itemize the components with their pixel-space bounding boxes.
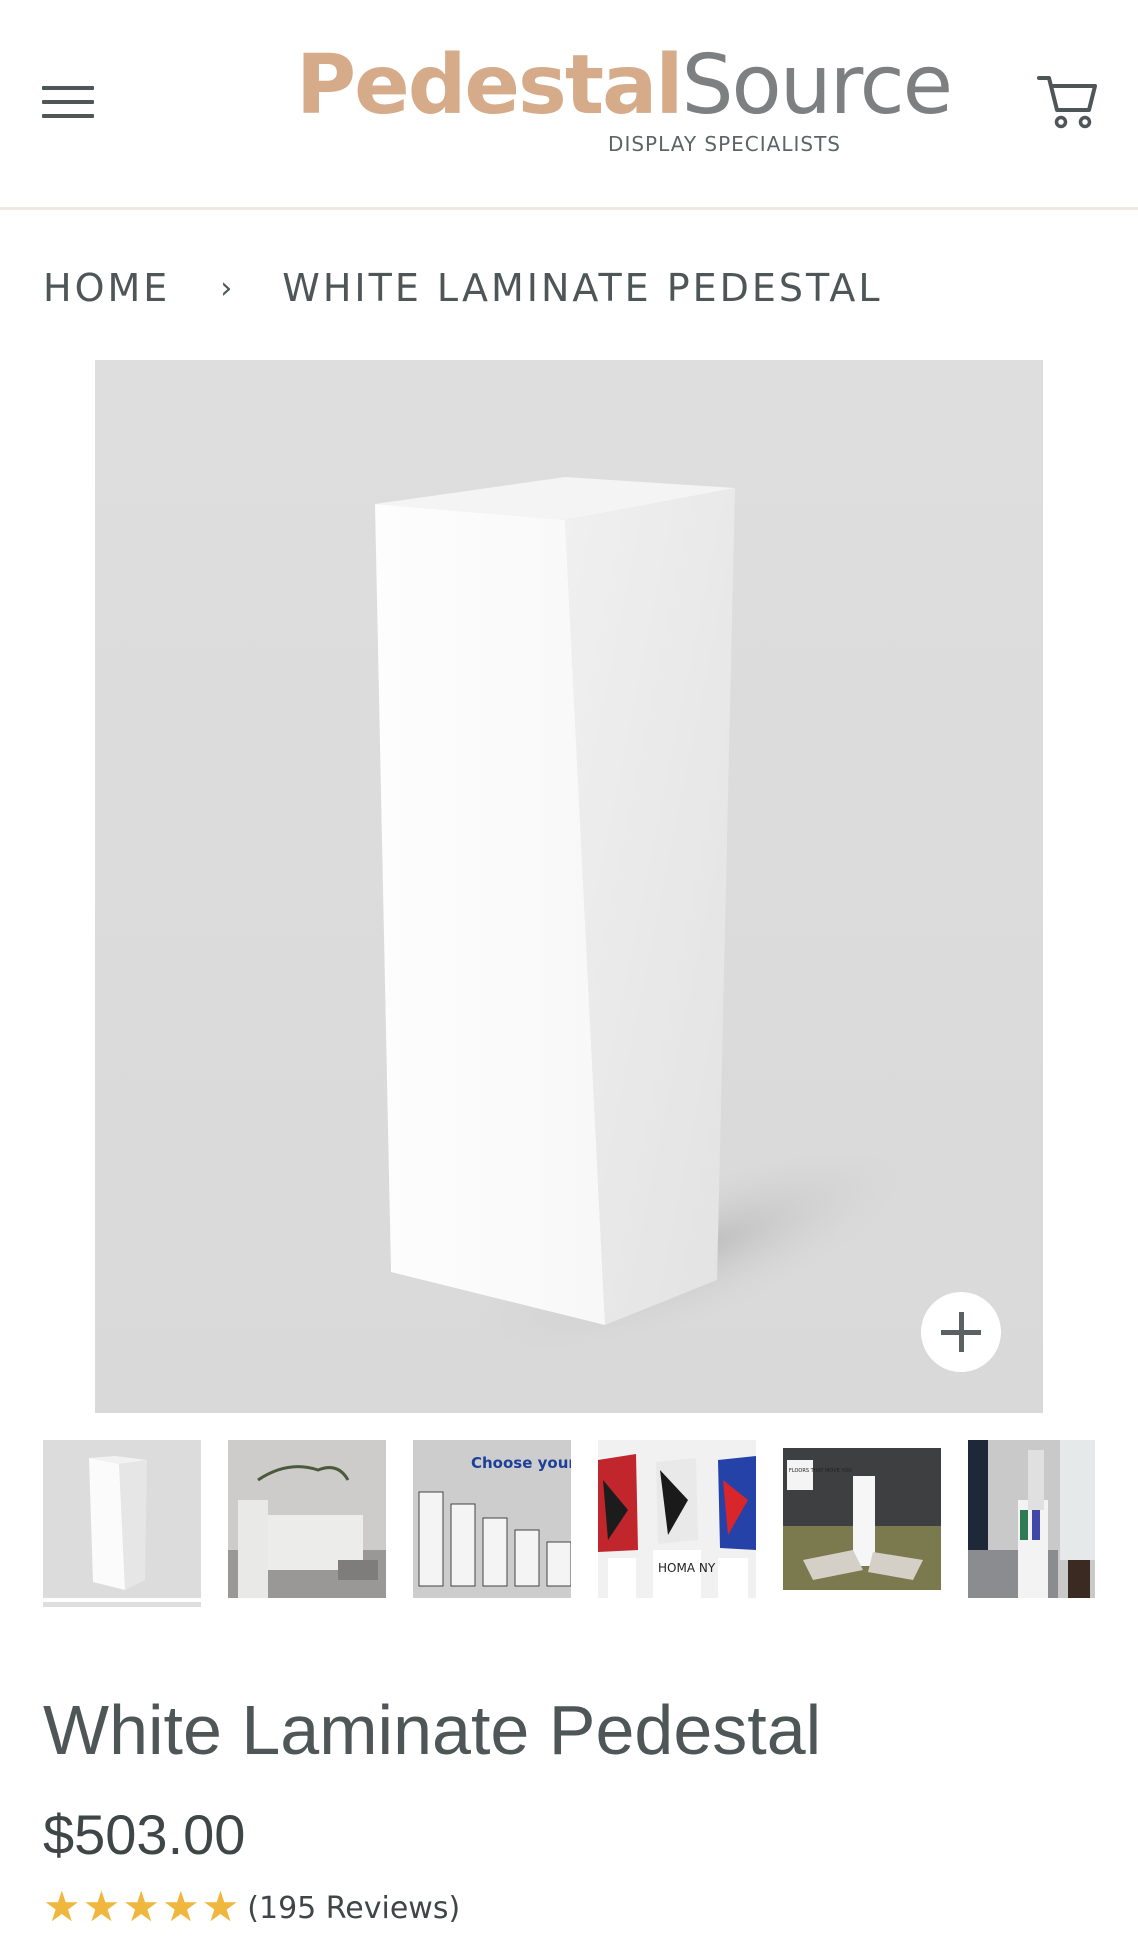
breadcrumb-home-link[interactable]: HOME	[43, 266, 170, 310]
thumbnail-4-caption: HOMA NY	[658, 1561, 716, 1575]
breadcrumb-current: WHITE LAMINATE PEDESTAL	[282, 266, 883, 310]
thumbnail-4[interactable]: HOMA NY	[598, 1440, 756, 1598]
product-rating: ★ ★ ★ ★ ★ (195 Reviews)	[43, 1886, 460, 1936]
star-icon: ★	[43, 1882, 81, 1931]
thumbnail-2[interactable]	[228, 1440, 386, 1598]
zoom-plus-icon[interactable]	[921, 1292, 1001, 1372]
star-icon: ★	[122, 1882, 160, 1931]
star-icon: ★	[201, 1882, 240, 1931]
site-logo[interactable]: PedestalSource DISPLAY SPECIALISTS	[296, 40, 953, 160]
thumbnail-5[interactable]: FLOORS THAT MOVE YOU	[783, 1440, 941, 1598]
logo-wordmark: PedestalSource	[296, 38, 953, 133]
thumbnail-1[interactable]	[43, 1440, 201, 1598]
breadcrumb-separator: ›	[220, 270, 233, 306]
thumbnail-3-caption: Choose your	[471, 1454, 571, 1472]
breadcrumb: HOME › WHITE LAMINATE PEDESTAL	[43, 262, 882, 314]
reviews-count-link[interactable]: (195 Reviews)	[247, 1886, 460, 1932]
thumbnail-strip: Choose your HOMA NY FLOORS THAT MOVE YOU	[43, 1440, 1095, 1610]
hamburger-menu-icon[interactable]	[40, 82, 96, 122]
star-icon: ★	[82, 1882, 121, 1931]
product-title: White Laminate Pedestal	[43, 1691, 822, 1769]
logo-tagline: DISPLAY SPECIALISTS	[608, 132, 841, 156]
thumbnail-6[interactable]	[968, 1440, 1095, 1598]
site-header: PedestalSource DISPLAY SPECIALISTS	[0, 0, 1138, 210]
star-icon: ★	[161, 1882, 200, 1931]
shopping-cart-icon[interactable]	[1037, 72, 1099, 130]
product-main-image[interactable]	[95, 360, 1043, 1413]
selected-thumbnail-indicator	[43, 1602, 201, 1607]
thumbnail-5-caption: FLOORS THAT MOVE YOU	[789, 1468, 852, 1474]
product-price: $503.00	[43, 1803, 246, 1866]
thumbnail-3[interactable]: Choose your	[413, 1440, 571, 1598]
